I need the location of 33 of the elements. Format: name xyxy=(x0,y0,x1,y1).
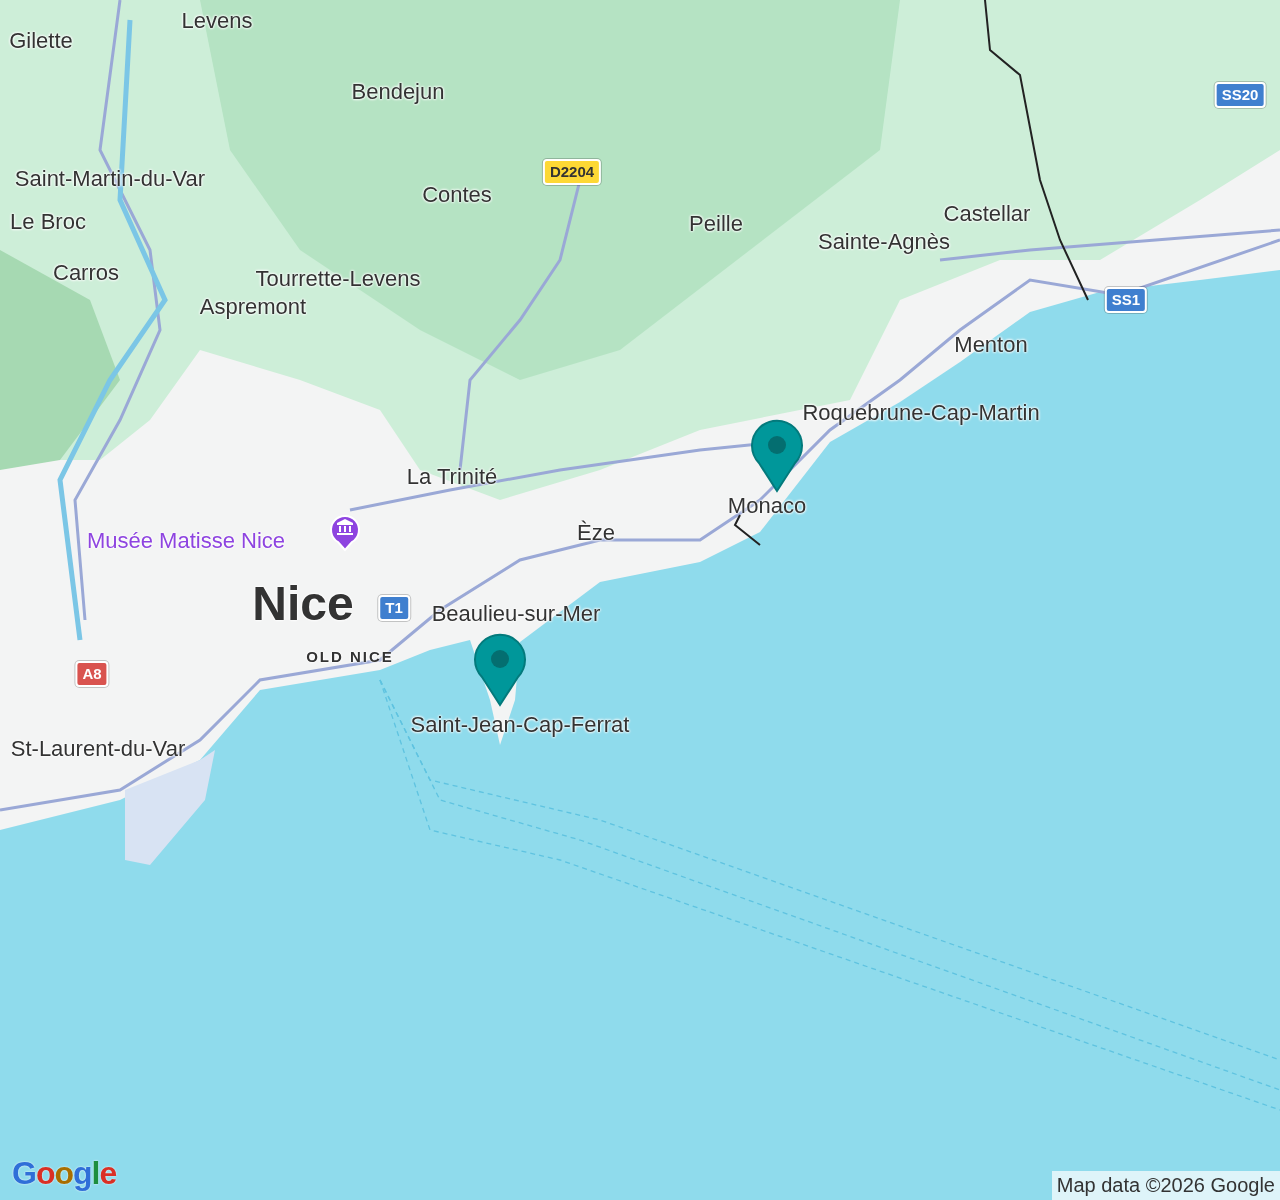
town-label[interactable]: Saint-Martin-du-Var xyxy=(14,168,206,190)
town-label[interactable]: Sainte-Agnès xyxy=(817,231,951,253)
map-pin-icon[interactable] xyxy=(751,419,803,493)
road-shield: T1 xyxy=(378,595,410,621)
town-label[interactable]: Gilette xyxy=(9,30,73,52)
town-label[interactable]: Roquebrune-Cap-Martin xyxy=(802,402,1040,424)
map-pin-icon[interactable] xyxy=(474,633,526,707)
town-label[interactable]: Aspremont xyxy=(199,296,307,318)
town-label[interactable]: Peille xyxy=(689,213,743,235)
town-label[interactable]: Contes xyxy=(422,184,492,206)
map-attribution: Map data ©2026 Google xyxy=(1051,1171,1280,1200)
road-shield: D2204 xyxy=(542,159,602,185)
town-label[interactable]: Saint-Jean-Cap-Ferrat xyxy=(410,714,630,736)
town-label[interactable]: Beaulieu-sur-Mer xyxy=(431,603,601,625)
town-label[interactable]: Carros xyxy=(53,262,119,284)
poi-label[interactable]: Musée Matisse Nice xyxy=(86,530,286,552)
town-label[interactable]: St-Laurent-du-Var xyxy=(10,738,186,760)
town-label[interactable]: Tourrette-Levens xyxy=(255,268,421,290)
town-label[interactable]: Bendejun xyxy=(351,81,445,103)
town-label[interactable]: Castellar xyxy=(943,203,1031,225)
town-label[interactable]: Le Broc xyxy=(10,211,86,233)
google-logo: Google xyxy=(12,1155,117,1192)
road-shield: SS1 xyxy=(1104,287,1148,313)
town-label[interactable]: Èze xyxy=(577,522,615,544)
road-shield: A8 xyxy=(75,661,109,687)
road-shield: SS20 xyxy=(1214,82,1266,108)
town-label[interactable]: La Trinité xyxy=(406,466,498,488)
city-label[interactable]: Nice xyxy=(252,580,354,628)
town-label[interactable]: Monaco xyxy=(727,495,807,517)
district-label[interactable]: OLD NICE xyxy=(306,649,394,664)
town-label[interactable]: Menton xyxy=(954,334,1028,356)
town-label[interactable]: Levens xyxy=(181,10,253,32)
museum-icon[interactable] xyxy=(329,512,361,552)
